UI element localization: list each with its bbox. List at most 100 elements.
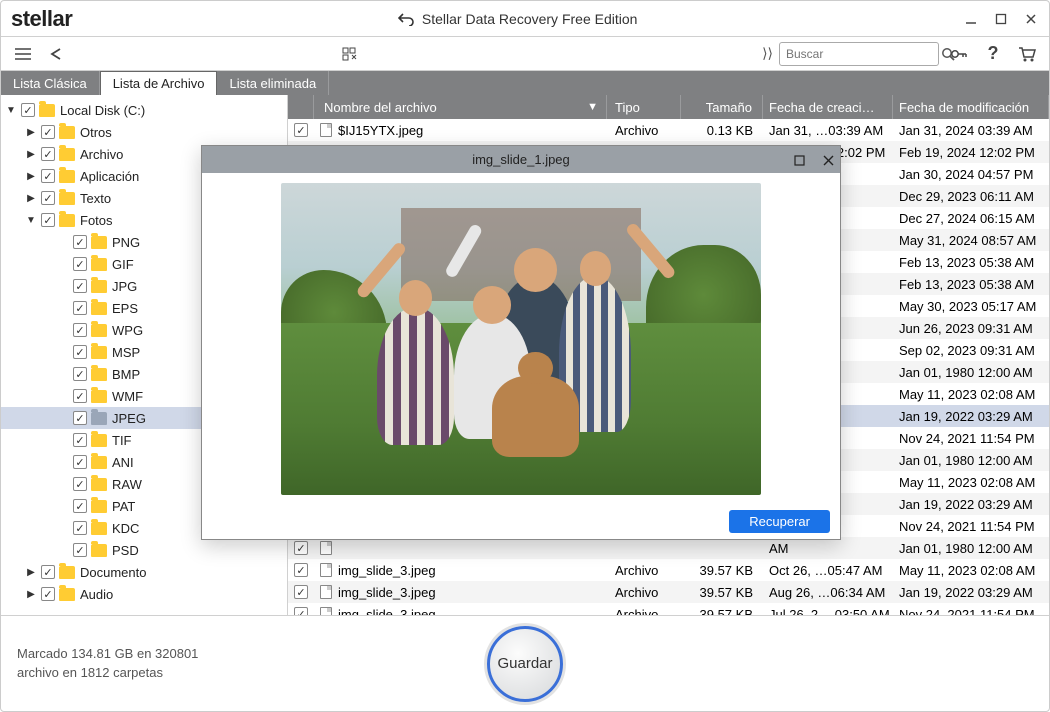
column-size[interactable]: Tamaño [681,95,763,119]
checkbox[interactable]: ✓ [294,607,308,615]
table-row[interactable]: ✓img_slide_3.jpegArchivo39.57 KBAug 26, … [288,581,1049,603]
column-name[interactable]: Nombre del archivo▼ [314,95,607,119]
checkbox[interactable]: ✓ [73,455,87,469]
file-modified: May 31, 2024 08:57 AM [893,233,1049,248]
twisty-icon[interactable]: ▶ [25,193,37,204]
tree-label: Audio [80,587,113,602]
table-row[interactable]: ✓AMJan 01, 1980 12:00 AM [288,537,1049,559]
file-modified: Nov 24, 2021 11:54 PM [893,607,1049,616]
table-row[interactable]: ✓img_slide_3.jpegArchivo39.57 KBJul 26, … [288,603,1049,615]
back-button[interactable] [43,42,71,66]
checkbox[interactable]: ✓ [294,123,308,137]
search-input[interactable] [779,42,939,66]
checkbox[interactable]: ✓ [41,213,55,227]
tab-file[interactable]: Lista de Archivo [100,71,218,95]
file-modified: Dec 27, 2024 06:15 AM [893,211,1049,226]
folder-icon [91,258,107,271]
folder-icon [91,302,107,315]
preview-title: img_slide_1.jpeg [472,152,570,167]
file-modified: Jun 26, 2023 09:31 AM [893,321,1049,336]
tree-documento[interactable]: ▶✓Documento [1,561,287,583]
twisty-icon[interactable]: ▶ [25,149,37,160]
tree-audio[interactable]: ▶ ✓ Audio [1,583,287,605]
table-row[interactable]: ✓$IJ15YTX.jpegArchivo0.13 KBJan 31, …03:… [288,119,1049,141]
file-icon [320,123,332,137]
tab-deleted[interactable]: Lista eliminada [217,71,329,95]
folder-icon [91,390,107,403]
twisty-icon[interactable]: ▶ [25,171,37,182]
checkbox[interactable]: ✓ [73,477,87,491]
undo-icon[interactable] [398,12,414,26]
checkbox[interactable]: ✓ [73,257,87,271]
checkbox[interactable]: ✓ [73,411,87,425]
checkbox[interactable]: ✓ [41,565,55,579]
file-name: img_slide_3.jpeg [338,585,436,600]
grid-view-icon[interactable] [337,42,365,66]
checkbox[interactable]: ✓ [21,103,35,117]
file-modified: May 30, 2023 05:17 AM [893,299,1049,314]
folder-icon [91,280,107,293]
checkbox[interactable]: ✓ [41,147,55,161]
file-modified: Jan 19, 2022 03:29 AM [893,585,1049,600]
folder-icon [59,588,75,601]
tree-label: MSP [112,345,140,360]
maximize-button[interactable] [993,11,1009,27]
save-button[interactable]: Guardar [487,626,563,702]
checkbox[interactable]: ✓ [73,301,87,315]
checkbox[interactable]: ✓ [41,191,55,205]
close-button[interactable] [1023,11,1039,27]
tree-label: Texto [80,191,111,206]
checkbox[interactable]: ✓ [73,543,87,557]
folder-icon [91,478,107,491]
column-modified[interactable]: Fecha de modificación [893,95,1049,119]
checkbox[interactable]: ✓ [294,563,308,577]
search-field[interactable] [786,47,941,61]
checkbox[interactable]: ✓ [73,389,87,403]
checkbox[interactable]: ✓ [73,367,87,381]
checkbox[interactable]: ✓ [73,235,87,249]
tree-label: Local Disk (C:) [60,103,145,118]
twisty-icon[interactable]: ▶ [25,127,37,138]
checkbox[interactable]: ✓ [73,279,87,293]
tree-label: KDC [112,521,139,536]
tree-label: JPG [112,279,137,294]
checkbox[interactable]: ✓ [73,345,87,359]
twisty-icon[interactable]: ▼ [5,105,17,116]
file-modified: Sep 02, 2023 09:31 AM [893,343,1049,358]
preview-window[interactable]: img_slide_1.jpeg Recuperar [201,145,841,540]
checkbox[interactable]: ✓ [73,433,87,447]
preview-maximize-icon[interactable] [794,155,805,166]
tree-psd[interactable]: ▶✓PSD [1,539,287,561]
folder-icon [39,104,55,117]
key-icon[interactable] [945,42,973,66]
help-icon[interactable]: ? [979,42,1007,66]
checkbox[interactable]: ✓ [41,587,55,601]
checkbox[interactable]: ✓ [294,541,308,555]
checkbox[interactable]: ✓ [73,521,87,535]
twisty-icon[interactable]: ▶ [25,589,37,600]
tab-classic[interactable]: Lista Clásica [1,71,100,95]
preview-close-icon[interactable] [823,155,834,166]
column-created[interactable]: Fecha de creaci… [763,95,893,119]
checkbox[interactable]: ✓ [73,323,87,337]
twisty-icon[interactable]: ▶ [25,567,37,578]
file-modified: Jan 19, 2022 03:29 AM [893,497,1049,512]
checkbox[interactable]: ✓ [73,499,87,513]
folder-icon [59,566,75,579]
file-created: Jul 26, 2… 03:50 AM [763,607,893,616]
column-type[interactable]: Tipo [607,95,681,119]
cart-icon[interactable] [1013,42,1041,66]
recover-button[interactable]: Recuperar [729,510,830,533]
checkbox[interactable]: ✓ [41,125,55,139]
twisty-icon[interactable]: ▼ [25,215,37,226]
tree-otros[interactable]: ▶✓Otros [1,121,287,143]
expand-icon[interactable]: ⟩⟩ [762,45,773,62]
app-logo: stellar [11,6,72,32]
menu-icon[interactable] [9,42,37,66]
checkbox[interactable]: ✓ [41,169,55,183]
checkbox[interactable]: ✓ [294,585,308,599]
table-row[interactable]: ✓img_slide_3.jpegArchivo39.57 KBOct 26, … [288,559,1049,581]
minimize-button[interactable] [963,11,979,27]
file-created: Jan 31, …03:39 AM [763,123,893,138]
tree-root[interactable]: ▼ ✓ Local Disk (C:) [1,99,287,121]
